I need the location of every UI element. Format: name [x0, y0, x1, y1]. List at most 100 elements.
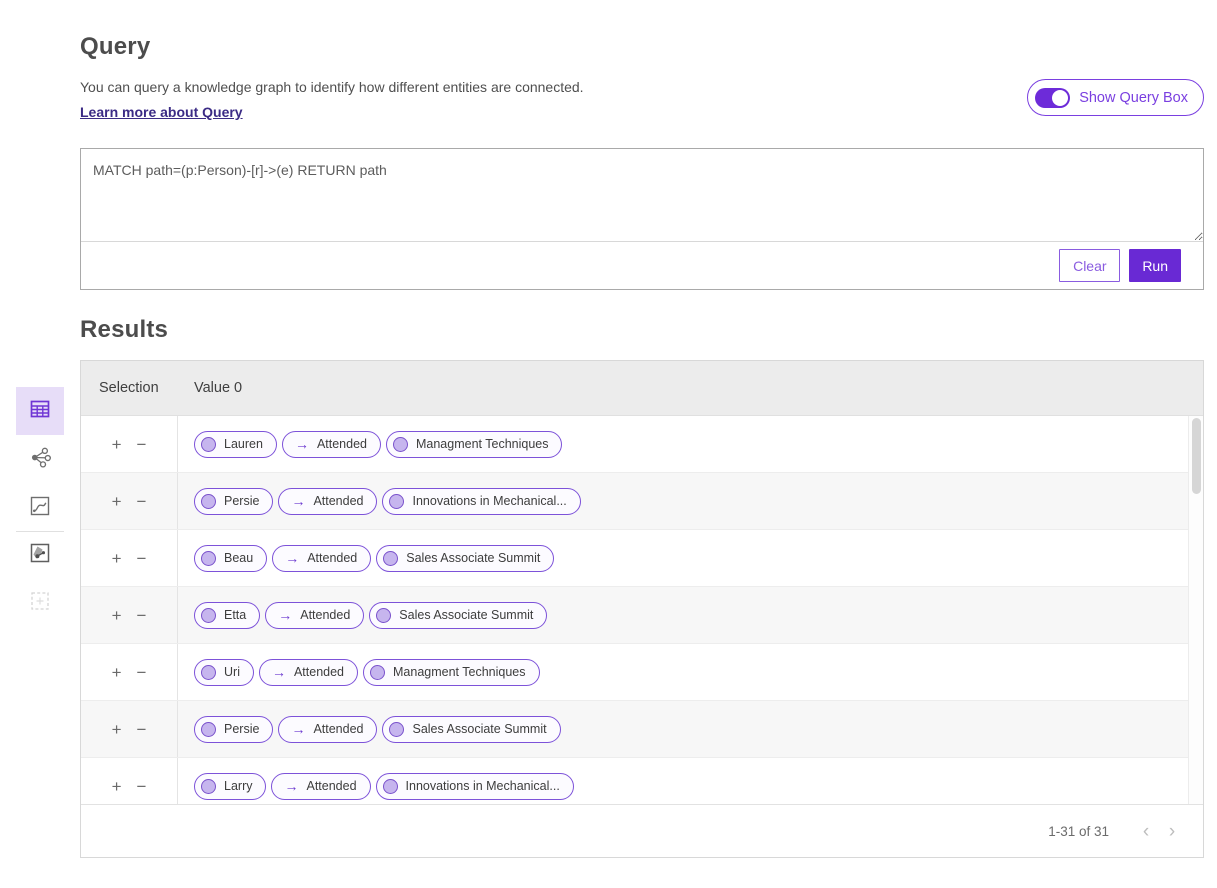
- chip-label: Sales Associate Summit: [412, 722, 546, 736]
- entity-chip[interactable]: Managment Techniques: [363, 659, 540, 686]
- arrow-right-icon: →: [291, 494, 305, 508]
- table-row: +− Larry →AttendedInnovations in Mechanica…: [81, 758, 1188, 804]
- previous-page-button[interactable]: ‹: [1133, 818, 1159, 844]
- entity-chip[interactable]: Innovations in Mechanical...: [376, 773, 574, 800]
- table-row: +− Uri → Attended Managment Techniques: [81, 644, 1188, 701]
- add-selection-button[interactable]: +: [112, 664, 122, 681]
- chip-label: Sales Associate Summit: [406, 551, 540, 565]
- chip-label: Managment Techniques: [416, 437, 549, 451]
- entity-chip[interactable]: Larry: [194, 773, 266, 800]
- relationship-chip[interactable]: →Attended: [271, 773, 370, 800]
- add-selection-button[interactable]: +: [112, 493, 122, 510]
- table-icon: [28, 397, 52, 426]
- scrollbar-thumb[interactable]: [1192, 418, 1201, 494]
- entity-node-icon: [393, 437, 408, 452]
- add-selection-button[interactable]: +: [112, 721, 122, 738]
- selection-icon: [28, 589, 52, 618]
- value-cell: Larry →AttendedInnovations in Mechanical.…: [178, 773, 1188, 800]
- chart-view-button[interactable]: [16, 494, 64, 522]
- entity-chip[interactable]: Sales Associate Summit: [369, 602, 547, 629]
- sidebar-divider: [16, 531, 64, 532]
- value-cell: Etta→Attended Sales Associate Summit: [178, 602, 1188, 629]
- add-selection-button[interactable]: +: [112, 550, 122, 567]
- chip-label: Attended: [300, 608, 350, 622]
- relationship-chip[interactable]: →Attended: [278, 488, 377, 515]
- entity-node-icon: [370, 665, 385, 680]
- entity-node-icon: [383, 551, 398, 566]
- relationship-chip[interactable]: →Attended: [265, 602, 364, 629]
- chip-label: Managment Techniques: [393, 665, 526, 679]
- learn-more-link[interactable]: Learn more about Query: [80, 104, 243, 120]
- entity-chip[interactable]: Persie: [194, 716, 273, 743]
- chip-label: Persie: [224, 722, 259, 736]
- entity-chip[interactable]: Managment Techniques: [386, 431, 563, 458]
- next-page-button[interactable]: ›: [1159, 818, 1185, 844]
- remove-selection-button[interactable]: −: [137, 721, 147, 738]
- value-cell: Beau→Attended Sales Associate Summit: [178, 545, 1188, 572]
- relationship-chip[interactable]: → Attended: [282, 431, 381, 458]
- query-footer: Clear Run: [81, 242, 1203, 289]
- chip-label: Sales Associate Summit: [399, 608, 533, 622]
- chip-label: Attended: [317, 437, 367, 451]
- chip-label: Lauren: [224, 437, 263, 451]
- entity-chip[interactable]: Etta: [194, 602, 260, 629]
- entity-chip[interactable]: Sales Associate Summit: [382, 716, 560, 743]
- arrow-right-icon: →: [272, 665, 286, 679]
- page-title: Query: [80, 33, 1204, 61]
- selection-cell: +−: [81, 473, 178, 529]
- selection-cell: +−: [81, 758, 178, 804]
- remove-selection-button[interactable]: −: [137, 778, 147, 795]
- add-selection-button[interactable]: +: [112, 607, 122, 624]
- table-header-row: Selection Value 0: [81, 361, 1203, 416]
- remove-selection-button[interactable]: −: [137, 664, 147, 681]
- entity-node-icon: [383, 779, 398, 794]
- arrow-right-icon: →: [284, 779, 298, 793]
- chip-label: Larry: [224, 779, 252, 793]
- toggle-switch-icon[interactable]: [1035, 88, 1070, 108]
- toggle-label: Show Query Box: [1079, 90, 1188, 106]
- run-button[interactable]: Run: [1129, 249, 1181, 282]
- entity-chip[interactable]: Beau: [194, 545, 267, 572]
- map-view-button[interactable]: [16, 541, 64, 569]
- relationship-chip[interactable]: → Attended: [259, 659, 358, 686]
- column-header-selection: Selection: [81, 380, 178, 396]
- entity-node-icon: [201, 665, 216, 680]
- table-row: +− Persie → Attended Sales Associate Summit: [81, 701, 1188, 758]
- entity-node-icon: [201, 779, 216, 794]
- add-selection-button[interactable]: +: [112, 436, 122, 453]
- remove-selection-button[interactable]: −: [137, 607, 147, 624]
- remove-selection-button[interactable]: −: [137, 436, 147, 453]
- show-query-box-toggle[interactable]: Show Query Box: [1027, 79, 1204, 116]
- table-row: +− Beau→Attended Sales Associate Summit: [81, 530, 1188, 587]
- table-view-button[interactable]: [16, 387, 64, 435]
- query-input[interactable]: MATCH path=(p:Person)-[r]->(e) RETURN pa…: [81, 149, 1203, 242]
- remove-selection-button[interactable]: −: [137, 550, 147, 567]
- entity-chip[interactable]: Uri: [194, 659, 254, 686]
- remove-selection-button[interactable]: −: [137, 493, 147, 510]
- add-selection-button[interactable]: +: [112, 778, 122, 795]
- value-cell: Uri → Attended Managment Techniques: [178, 659, 1188, 686]
- results-scrollbar[interactable]: [1188, 416, 1203, 804]
- entity-node-icon: [389, 494, 404, 509]
- arrow-right-icon: →: [291, 722, 305, 736]
- column-header-value: Value 0: [178, 380, 242, 396]
- chip-label: Attended: [313, 722, 363, 736]
- value-cell: Persie → Attended Sales Associate Summit: [178, 716, 1188, 743]
- link-chart-view-button[interactable]: [16, 446, 64, 474]
- arrow-right-icon: →: [295, 437, 309, 451]
- entity-chip[interactable]: Lauren: [194, 431, 277, 458]
- map-icon: [28, 541, 52, 570]
- entity-chip[interactable]: Persie: [194, 488, 273, 515]
- relationship-chip[interactable]: →Attended: [272, 545, 371, 572]
- relationship-chip[interactable]: → Attended: [278, 716, 377, 743]
- entity-chip[interactable]: Sales Associate Summit: [376, 545, 554, 572]
- table-row: +− Etta→Attended Sales Associate Summit: [81, 587, 1188, 644]
- selection-cell: +−: [81, 701, 178, 757]
- clear-button[interactable]: Clear: [1059, 249, 1120, 282]
- entity-chip[interactable]: Innovations in Mechanical...: [382, 488, 580, 515]
- chip-label: Innovations in Mechanical...: [412, 494, 566, 508]
- arrow-right-icon: →: [285, 551, 299, 565]
- table-body: +−Lauren→AttendedManagment Techniques+−P…: [81, 416, 1203, 804]
- selection-cell: +−: [81, 530, 178, 586]
- chip-label: Attended: [294, 665, 344, 679]
